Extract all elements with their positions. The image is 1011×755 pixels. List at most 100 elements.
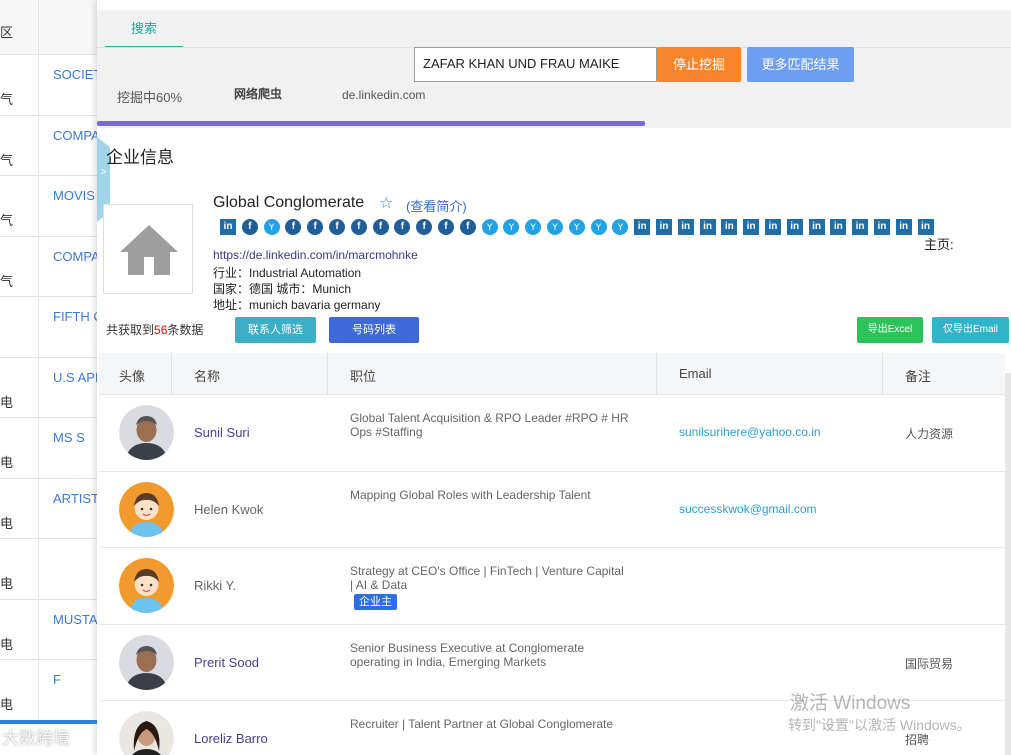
stop-mining-button[interactable]: 停止挖掘: [657, 47, 741, 82]
facebook-icon[interactable]: f: [285, 219, 302, 235]
background-table-row[interactable]: 电 U.S API: [0, 357, 99, 418]
linkedin-icon[interactable]: in: [830, 219, 847, 235]
contact-row[interactable]: Helen Kwok Mapping Global Roles with Lead…: [99, 472, 1005, 548]
contact-email[interactable]: successkwok@gmail.com: [679, 502, 817, 516]
column-divider: [38, 0, 39, 55]
background-cell-company[interactable]: F: [53, 672, 61, 687]
column-divider: [38, 357, 39, 417]
linkedin-icon[interactable]: in: [677, 219, 694, 235]
company-url-link[interactable]: https://de.linkedin.com/in/marcmohnke: [213, 248, 418, 262]
contact-row[interactable]: Sunil Suri Global Talent Acquisition & RP…: [99, 395, 1005, 472]
linkedin-icon[interactable]: in: [808, 219, 825, 235]
background-cell-company[interactable]: ARTIST: [53, 491, 99, 506]
twitter-icon[interactable]: ꓬ: [263, 219, 280, 235]
tab-search[interactable]: 搜索: [105, 18, 183, 48]
export-excel-button[interactable]: 导出Excel: [857, 317, 923, 343]
column-divider: [38, 115, 39, 175]
contact-title-cell: Strategy at CEO's Office | FinTech | Ven…: [350, 564, 630, 610]
contact-filter-button[interactable]: 联系人筛选: [235, 317, 316, 343]
background-table-header: 区: [0, 0, 99, 55]
background-table-row[interactable]: 气 SOCIET: [0, 55, 101, 116]
background-table-row[interactable]: 电 MUSTA: [0, 599, 99, 660]
star-icon[interactable]: ☆: [379, 193, 393, 213]
linkedin-icon[interactable]: in: [220, 219, 236, 235]
linkedin-icon[interactable]: in: [786, 219, 803, 235]
header-note: 备注: [905, 369, 932, 384]
contact-name[interactable]: Loreliz Barro: [194, 731, 268, 746]
contact-name[interactable]: Sunil Suri: [194, 425, 250, 440]
contact-title: Strategy at CEO's Office | FinTech | Ven…: [350, 564, 624, 592]
background-table-row[interactable]: 电 MS S: [0, 418, 99, 479]
linkedin-icon[interactable]: in: [917, 219, 934, 235]
facebook-icon[interactable]: f: [459, 219, 476, 235]
social-links: in f ꓬ f f f f f f f f f ꓬ ꓬ ꓬ ꓬ ꓬ ꓬ ꓬ in in in in in in in in in in…: [220, 219, 934, 235]
contact-row[interactable]: Rikki Y. Strategy at CEO's Office | FinTe…: [99, 548, 1005, 625]
column-divider: [38, 418, 39, 478]
background-cell-company[interactable]: COMPA: [53, 128, 100, 143]
company-logo: [103, 204, 193, 294]
header-email: Email: [679, 366, 712, 381]
contact-name[interactable]: Rikki Y.: [194, 578, 236, 593]
background-table-row[interactable]: 电F: [0, 660, 99, 721]
twitter-icon[interactable]: ꓬ: [590, 219, 607, 235]
search-input[interactable]: ZAFAR KHAN UND FRAU MAIKE: [414, 47, 657, 82]
export-email-button[interactable]: 仅导出Email: [932, 317, 1009, 343]
contact-name[interactable]: Helen Kwok: [194, 502, 263, 517]
linkedin-icon[interactable]: in: [764, 219, 781, 235]
view-profile-link[interactable]: (查看简介): [406, 196, 467, 215]
facebook-icon[interactable]: f: [350, 219, 367, 235]
twitter-icon[interactable]: ꓬ: [525, 219, 542, 235]
background-table-row[interactable]: 气 MOVIS: [0, 176, 99, 237]
facebook-icon[interactable]: f: [416, 219, 433, 235]
facebook-icon[interactable]: f: [328, 219, 345, 235]
linkedin-icon[interactable]: in: [852, 219, 869, 235]
facebook-icon[interactable]: f: [372, 219, 389, 235]
background-cell-company[interactable]: SOCIET: [53, 67, 101, 82]
facebook-icon[interactable]: f: [437, 219, 454, 235]
background-cell-region: 电: [0, 636, 14, 652]
linkedin-icon[interactable]: in: [634, 219, 651, 235]
facebook-icon[interactable]: f: [241, 219, 258, 235]
background-cell-company[interactable]: FIFTH C: [53, 309, 103, 324]
facebook-icon[interactable]: f: [394, 219, 411, 235]
contact-email[interactable]: sunilsurihere@yahoo.co.in: [679, 425, 821, 439]
linkedin-icon[interactable]: in: [699, 219, 716, 235]
twitter-icon[interactable]: ꓬ: [481, 219, 498, 235]
background-cell-company[interactable]: U.S API: [53, 370, 99, 385]
count-prefix: 共获取到: [106, 323, 155, 337]
background-cell-company[interactable]: MUSTA: [53, 612, 98, 627]
linkedin-icon[interactable]: in: [873, 219, 890, 235]
background-table: 区 气 SOCIET 气 COMPA 气 MOVIS 气 COMPA FIFTH C 电 U.S A…: [0, 0, 103, 755]
linkedin-icon[interactable]: in: [655, 219, 672, 235]
avatar: [119, 558, 174, 613]
background-table-row[interactable]: 气 COMPA: [0, 115, 100, 176]
background-table-row[interactable]: 电: [0, 539, 99, 600]
header-name: 名称: [194, 369, 221, 384]
twitter-icon[interactable]: ꓬ: [503, 219, 520, 235]
more-results-button[interactable]: 更多匹配结果: [747, 47, 854, 82]
header-avatar: 头像: [119, 369, 146, 384]
background-cell-company[interactable]: MS S: [53, 430, 85, 445]
table-scrollbar[interactable]: [1005, 373, 1011, 755]
twitter-icon[interactable]: ꓬ: [546, 219, 563, 235]
contact-title-cell: Mapping Global Roles with Leadership Tal…: [350, 488, 630, 502]
background-table-row[interactable]: 电 ARTIST: [0, 478, 99, 539]
background-cell-region: 气: [0, 213, 14, 228]
twitter-icon[interactable]: ꓬ: [568, 219, 585, 235]
linkedin-icon[interactable]: in: [743, 219, 760, 235]
brand-watermark: 大数跨境: [2, 729, 70, 748]
twitter-icon[interactable]: ꓬ: [612, 219, 629, 235]
phone-list-button[interactable]: 号码列表: [329, 317, 419, 343]
background-cell-company[interactable]: MOVIS: [53, 188, 95, 203]
facebook-icon[interactable]: f: [307, 219, 324, 235]
linkedin-icon[interactable]: in: [895, 219, 912, 235]
linkedin-icon[interactable]: in: [721, 219, 738, 235]
mining-panel: 搜索 ZAFAR KHAN UND FRAU MAIKE 停止挖掘 更多匹配结果…: [97, 0, 1011, 755]
background-cell-region: 气: [0, 273, 14, 289]
contact-title: Global Talent Acquisition & RPO Leader #…: [350, 411, 629, 439]
background-table-row[interactable]: FIFTH C: [0, 297, 103, 358]
background-table-row[interactable]: 气 COMPA: [0, 236, 100, 297]
background-cell-company[interactable]: COMPA: [53, 249, 100, 264]
owner-badge: 企业主: [354, 594, 397, 610]
contact-name[interactable]: Prerit Sood: [194, 655, 259, 670]
